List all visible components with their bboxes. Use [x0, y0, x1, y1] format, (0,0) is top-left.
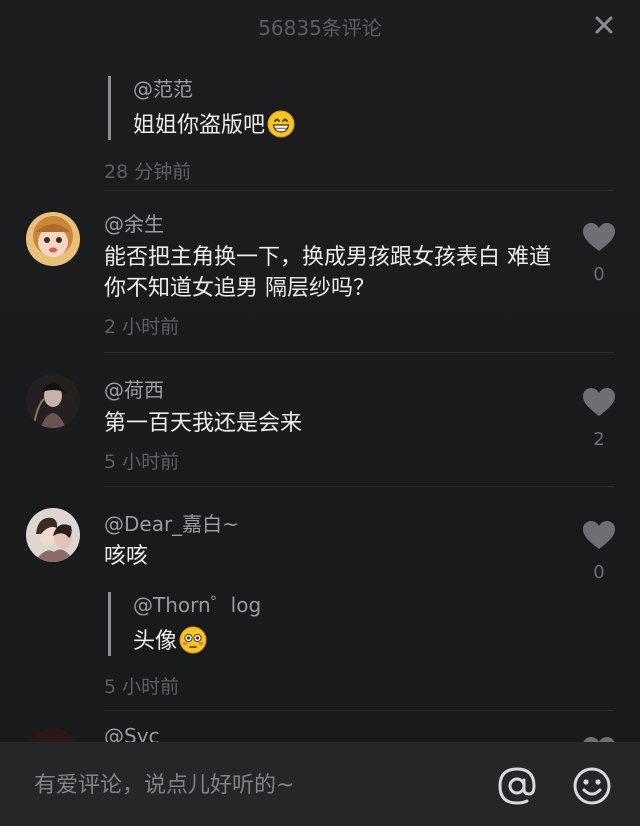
comment-username[interactable]: @Dear_嘉白~ — [104, 508, 239, 537]
like-button[interactable]: 0 — [578, 222, 620, 285]
reply-timestamp: 28 分钟前 — [104, 161, 192, 183]
comment-count-title: 56835条评论 — [258, 16, 382, 40]
comment-divider — [104, 190, 614, 191]
at-icon — [498, 767, 536, 805]
user-avatar-image — [26, 728, 80, 742]
avatar[interactable] — [26, 508, 80, 562]
comment-timestamp: 2 小时前 — [104, 316, 180, 338]
comment-text: 第一百天我还是会来 — [104, 411, 303, 436]
reply-text-content: 头像 — [133, 629, 178, 654]
comment-input-bar — [0, 742, 640, 826]
comment-input[interactable] — [32, 766, 456, 804]
user-avatar-image — [26, 508, 80, 562]
reply-text: 头像 — [133, 626, 261, 657]
reply-text: 姐姐你盗版吧 — [133, 110, 295, 141]
emoji-button[interactable] — [570, 764, 614, 808]
like-count: 0 — [593, 562, 605, 583]
reply-quote: @范范 姐姐你盗版吧 — [108, 76, 295, 140]
comments-header: 56835条评论 — [0, 0, 640, 52]
close-button[interactable] — [590, 11, 618, 39]
heart-icon — [583, 223, 615, 251]
comment-text: 咳咳 — [104, 544, 149, 569]
comment-text: 能否把主角换一下，换成男孩跟女孩表白 难道你不知道女追男 隔层纱吗？ — [104, 245, 551, 301]
like-count: 0 — [593, 264, 605, 285]
comment-username[interactable]: @Syc — [104, 724, 160, 742]
close-icon — [595, 16, 613, 34]
comment-username[interactable]: @荷西 — [104, 374, 164, 403]
reply-quote: @Thorn゜log 头像 — [108, 592, 261, 656]
like-button[interactable]: 2 — [578, 387, 620, 450]
comment-divider — [104, 486, 614, 487]
like-button[interactable]: 0 — [578, 520, 620, 583]
reply-username[interactable]: @范范 — [133, 76, 295, 102]
comment-divider — [104, 352, 614, 353]
reply-username[interactable]: @Thorn゜log — [133, 592, 261, 618]
like-count: 2 — [593, 429, 605, 450]
comment-list[interactable]: @范范 姐姐你盗版吧 28 分钟前 @余生 能否把主角换一下，换成男孩跟女孩表白… — [0, 52, 640, 742]
user-avatar-image — [26, 374, 80, 428]
comments-sheet: 56835条评论 @范范 姐姐你盗版吧 28 分钟前 @余生 能否把主角换一下，… — [0, 0, 640, 826]
comment-username[interactable]: @余生 — [104, 208, 164, 237]
heart-icon — [583, 388, 615, 416]
mention-button[interactable] — [495, 764, 539, 808]
user-avatar-image — [26, 212, 80, 266]
comment-divider — [104, 710, 614, 711]
grinning-face-icon — [267, 110, 295, 138]
comment-timestamp: 5 小时前 — [104, 451, 180, 473]
smiley-icon — [573, 767, 611, 805]
flushed-face-icon — [179, 626, 207, 654]
comment-timestamp: 5 小时前 — [104, 676, 180, 698]
avatar[interactable] — [26, 212, 80, 266]
reply-text-content: 姐姐你盗版吧 — [133, 113, 266, 138]
avatar[interactable] — [26, 728, 80, 742]
heart-icon — [583, 521, 615, 549]
avatar[interactable] — [26, 374, 80, 428]
